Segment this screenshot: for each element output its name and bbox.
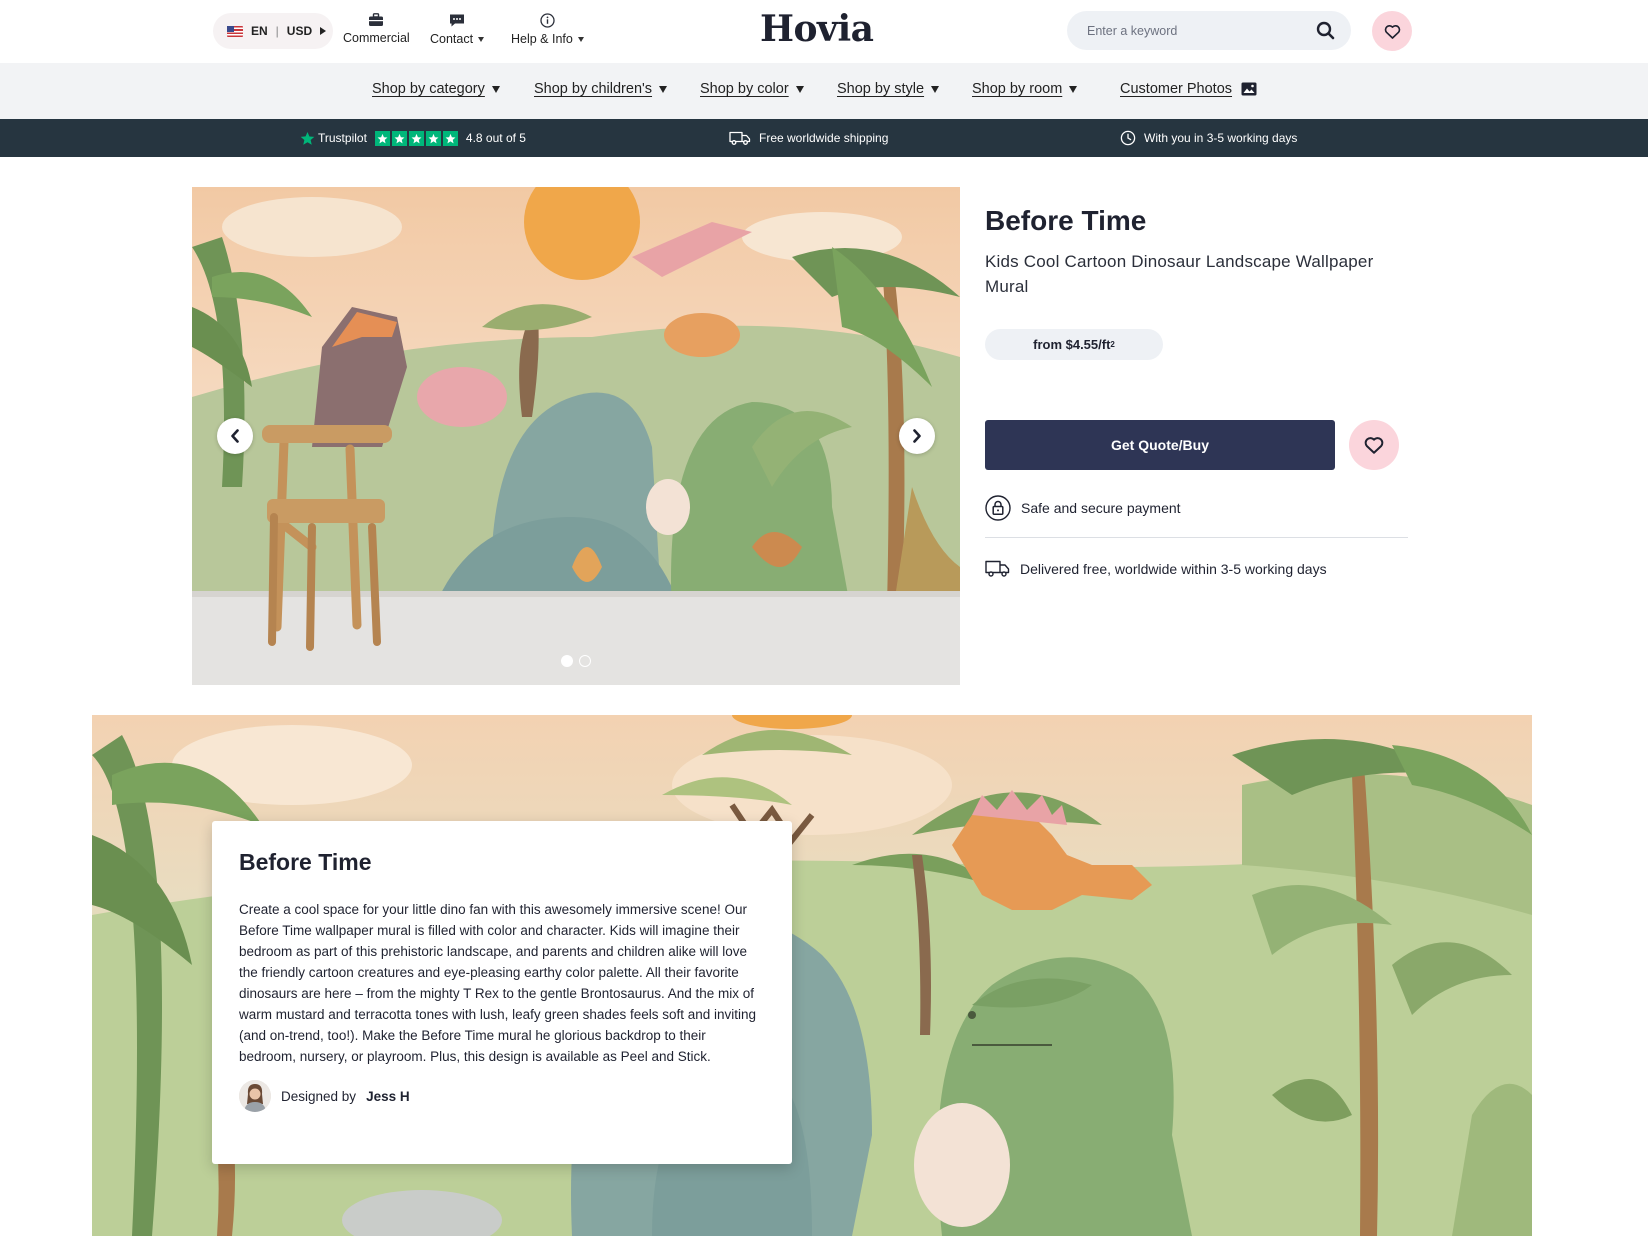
search-input[interactable] [1087,23,1316,38]
rating-stars [374,130,458,146]
chevron-left-icon [231,429,239,443]
trustpilot-rating[interactable]: Trustpilot 4.8 out of 5 [300,119,526,157]
gallery-next-button[interactable] [899,418,935,454]
star-icon [391,130,407,146]
nav-customer-photos[interactable]: Customer Photos [1120,81,1257,97]
nav-label: Shop by category [372,81,485,97]
product-subtitle: Kids Cool Cartoon Dinosaur Landscape Wal… [985,252,1374,296]
product-title: Before Time [985,205,1147,236]
nav-shop-by-category[interactable]: Shop by category [372,81,500,97]
chevron-down-icon [795,85,804,93]
nav-label: Shop by children's [534,81,653,97]
hovia-logo[interactable]: Hovia [760,8,874,50]
shipping-info: Free worldwide shipping [729,119,888,157]
commercial-link[interactable]: Commercial [343,13,410,45]
star-icon [425,130,441,146]
search-bar [1067,11,1351,50]
category-nav: Shop by category Shop by children's Shop… [0,63,1648,119]
designer-credit: Designed by Jess H [239,1080,765,1112]
trust-bar: Trustpilot 4.8 out of 5 Free worldwide s… [0,119,1648,157]
designer-name[interactable]: Jess H [366,1089,410,1104]
search-icon[interactable] [1316,21,1335,40]
price-badge: from $4.55/ft 2 [985,329,1163,360]
get-quote-buy-button[interactable]: Get Quote/Buy [985,420,1335,470]
story-description: Create a cool space for your little dino… [239,902,757,1064]
language-currency-selector[interactable]: EN | USD [213,13,333,49]
design-story-section: Before Time Create a cool space for your… [92,715,1532,1236]
price-unit-superscript: 2 [1110,340,1115,349]
star-icon [408,130,424,146]
caret-right-icon [320,27,327,35]
help-info-label: Help & Info [511,32,573,46]
chevron-down-icon [577,36,584,42]
gallery-prev-button[interactable] [217,418,253,454]
shipping-label: Free worldwide shipping [759,131,889,145]
contact-label: Contact [430,32,474,46]
delivery-info: With you in 3-5 working days [1120,119,1297,157]
nav-shop-by-color[interactable]: Shop by color [700,81,804,97]
language-label: EN [251,24,268,38]
rating-text: 4.8 out of 5 [465,131,526,145]
star-icon [442,130,458,146]
free-delivery-label: Delivered free, worldwide within 3-5 wor… [1020,560,1327,577]
add-to-wishlist-button[interactable] [1349,420,1399,470]
nav-label: Shop by room [972,81,1063,97]
designer-avatar [239,1080,271,1112]
commercial-label: Commercial [343,31,410,45]
product-info: Before Time Kids Cool Cartoon Dinosaur L… [985,205,1410,577]
chevron-down-icon [491,85,500,93]
chevron-down-icon [659,85,668,93]
trustpilot-logo: Trustpilot [300,131,367,146]
chevron-down-icon [931,85,940,93]
nav-shop-by-childrens[interactable]: Shop by children's [534,81,668,97]
nav-label: Shop by style [837,81,925,97]
clock-icon [1120,130,1136,146]
product-gallery[interactable] [192,187,960,685]
wishlist-button[interactable] [1372,11,1412,51]
contact-link[interactable]: Contact [430,13,485,46]
top-header: EN | USD Commercial Contact Help & Info … [0,0,1648,63]
nav-label: Customer Photos [1120,81,1233,97]
nav-label: Shop by color [700,81,789,97]
truck-icon [729,131,751,145]
us-flag-icon [227,25,243,37]
chevron-right-icon [913,429,921,443]
image-icon [1241,82,1257,96]
heart-icon [1364,437,1384,454]
secure-payment-label: Safe and secure payment [1021,500,1181,516]
chat-icon [450,14,465,27]
separator: | [275,24,279,38]
gallery-dot[interactable] [579,655,591,667]
star-icon [374,130,390,146]
currency-label: USD [286,24,313,38]
nav-shop-by-style[interactable]: Shop by style [837,81,940,97]
design-story-card: Before Time Create a cool space for your… [212,821,792,1164]
chevron-down-icon [478,36,485,42]
heart-icon [1384,24,1400,39]
free-delivery-feature: Delivered free, worldwide within 3-5 wor… [985,560,1327,577]
gallery-dot[interactable] [561,655,573,667]
briefcase-icon [369,13,384,26]
lock-icon [985,495,1011,521]
story-title: Before Time [239,849,372,875]
mural-photo [192,187,960,685]
trustpilot-label: Trustpilot [318,131,367,145]
trustpilot-star-icon [300,131,315,145]
help-info-link[interactable]: Help & Info [511,13,584,46]
secure-payment-feature: Safe and secure payment [985,495,1181,521]
info-icon [540,13,555,28]
gallery-pagination [561,655,591,667]
designed-by-label: Designed by [281,1088,357,1104]
nav-shop-by-room[interactable]: Shop by room [972,81,1078,97]
truck-icon [985,560,1010,577]
divider [985,537,1408,538]
price-text: from $4.55/ft [1033,337,1111,352]
chevron-down-icon [1069,85,1078,93]
delivery-label: With you in 3-5 working days [1144,131,1298,145]
